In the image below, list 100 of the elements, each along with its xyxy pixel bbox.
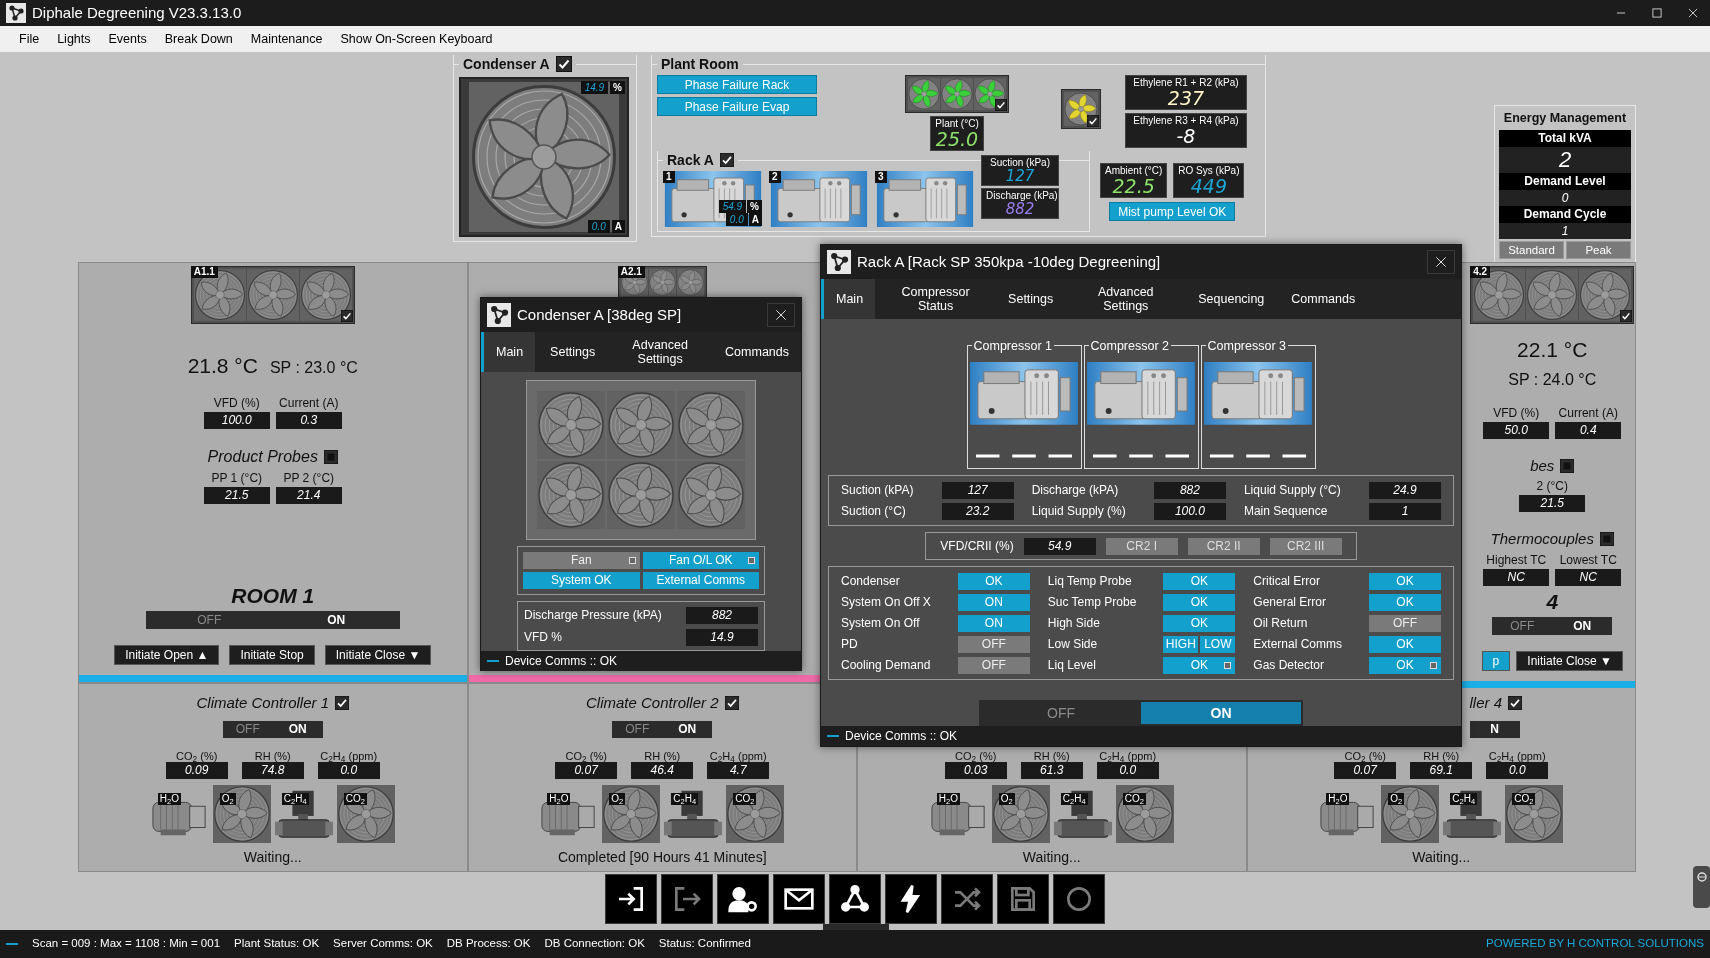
group-title: Thermocouples bbox=[1490, 529, 1594, 549]
readout-label: PP 2 (°C) bbox=[283, 469, 335, 487]
readout-value: 69.1 bbox=[1410, 762, 1473, 779]
tab[interactable]: Advanced Settings bbox=[607, 332, 711, 372]
dialog-title: Rack A [Rack SP 350kpa -10deg Degreening] bbox=[857, 251, 1162, 272]
switch-option[interactable]: ON bbox=[272, 720, 323, 738]
tab[interactable]: Settings bbox=[993, 279, 1066, 319]
checkbox[interactable] bbox=[1508, 696, 1522, 711]
status-label: Oil Return bbox=[1253, 615, 1309, 632]
checkbox[interactable] bbox=[340, 310, 353, 322]
menu-item[interactable]: Maintenance bbox=[241, 27, 332, 51]
reading-value: 127 bbox=[941, 481, 1014, 499]
unit-tag: A2.1 bbox=[617, 266, 645, 278]
tab[interactable]: Main bbox=[481, 332, 536, 372]
switch-option[interactable]: ON bbox=[272, 611, 400, 629]
readout-value: 0.03 bbox=[944, 762, 1007, 779]
readout-value: 22.5 bbox=[1111, 176, 1155, 196]
command-button[interactable]: Initiate Close ▼ bbox=[1516, 651, 1623, 671]
checkbox[interactable] bbox=[323, 449, 338, 464]
toolbar-button[interactable] bbox=[717, 874, 769, 924]
readout-value: NC bbox=[1555, 568, 1622, 586]
switch-option[interactable]: OFF bbox=[222, 720, 273, 738]
readout-label: RO Sys (kPa) bbox=[1178, 165, 1240, 176]
checkbox[interactable] bbox=[1599, 532, 1614, 547]
stage-indicator: CR2 III bbox=[1269, 537, 1342, 555]
menu-item[interactable]: File bbox=[10, 27, 49, 51]
status-text: Waiting... bbox=[243, 848, 302, 867]
readout-label: RH (%) bbox=[644, 750, 681, 762]
checkbox[interactable] bbox=[1620, 310, 1633, 322]
close-button[interactable] bbox=[1427, 250, 1455, 274]
fan-icon bbox=[974, 78, 1006, 110]
tab[interactable]: Advanced Settings bbox=[1065, 279, 1184, 319]
readout-value: 74.8 bbox=[241, 762, 304, 779]
status-tile: ON bbox=[957, 614, 1030, 632]
readout-label: Current (A) bbox=[1558, 404, 1618, 422]
menu-item[interactable]: Break Down bbox=[155, 27, 242, 51]
status-tile: OFF bbox=[957, 635, 1030, 653]
reading-label: Suction (°C) bbox=[841, 503, 907, 520]
readout-value: 61.3 bbox=[1020, 762, 1083, 779]
readout-label: Ethylene R3 + R4 (kPa) bbox=[1132, 115, 1240, 126]
switch-option[interactable]: OFF bbox=[981, 702, 1141, 724]
room-name: ROOM 1 bbox=[231, 582, 315, 609]
side-tab-icon[interactable] bbox=[1692, 865, 1710, 909]
status-label: High Side bbox=[1047, 615, 1101, 632]
command-button[interactable]: Initiate Close ▼ bbox=[324, 645, 432, 665]
panel-title: Energy Management bbox=[1502, 110, 1628, 127]
command-button[interactable]: Initiate Open ▲ bbox=[114, 645, 220, 665]
fan-icon bbox=[299, 269, 352, 321]
tab[interactable]: Compressor Status bbox=[875, 279, 994, 319]
readout-value: 21.4 bbox=[275, 486, 342, 504]
switch-option[interactable]: OFF bbox=[612, 720, 663, 738]
checkbox[interactable] bbox=[1560, 458, 1575, 473]
toolbar-button[interactable] bbox=[605, 874, 657, 924]
tab[interactable]: Commands bbox=[710, 332, 801, 372]
group-title: Plant Room bbox=[661, 54, 739, 74]
menu-item[interactable]: Events bbox=[99, 27, 156, 51]
readout-value: 0.4 bbox=[1555, 421, 1622, 439]
menu-item[interactable]: Show On-Screen Keyboard bbox=[331, 27, 502, 51]
status-item: DB Process: OK bbox=[446, 936, 531, 952]
fan-icon bbox=[908, 78, 940, 110]
reading-value: 882 bbox=[1153, 481, 1226, 499]
fan-icon bbox=[607, 461, 675, 529]
checkbox[interactable] bbox=[1087, 115, 1099, 127]
gas-label: CO$_{2}$ bbox=[1512, 793, 1536, 805]
toolbar-button[interactable] bbox=[829, 874, 881, 924]
switch-option[interactable]: OFF bbox=[1492, 617, 1553, 635]
logo-icon bbox=[6, 3, 26, 23]
status-tile: ON bbox=[957, 593, 1030, 611]
footer-status: Device Comms :: OK bbox=[505, 653, 618, 670]
toolbar-button[interactable] bbox=[773, 874, 825, 924]
fan-icon bbox=[1579, 269, 1632, 321]
mode-button[interactable]: Peak bbox=[1566, 240, 1631, 259]
switch-option[interactable]: OFF bbox=[145, 611, 273, 629]
checkbox[interactable] bbox=[724, 696, 739, 711]
tab[interactable]: Commands bbox=[1276, 279, 1368, 319]
resize-handle[interactable] bbox=[823, 924, 889, 930]
setpoint-reading: SP : 23.0 °C bbox=[269, 358, 358, 378]
status-tile: OK bbox=[1163, 656, 1236, 674]
close-button[interactable] bbox=[767, 303, 795, 327]
toolbar-button[interactable] bbox=[885, 874, 937, 924]
checkbox[interactable] bbox=[995, 99, 1007, 111]
tab[interactable]: Main bbox=[821, 279, 876, 319]
mode-button[interactable]: Standard bbox=[1499, 240, 1564, 259]
readout-label: Highest TC bbox=[1486, 551, 1547, 569]
status-label: System On Off bbox=[841, 615, 921, 632]
checkbox[interactable] bbox=[555, 56, 572, 72]
switch-option[interactable]: ON bbox=[1141, 702, 1301, 724]
vfd-value: 14.9 bbox=[580, 81, 609, 94]
switch-option[interactable]: ON bbox=[662, 720, 713, 738]
command-button[interactable]: Initiate Stop bbox=[229, 645, 315, 665]
tab[interactable]: Sequencing bbox=[1183, 279, 1277, 319]
switch-option[interactable]: N bbox=[1469, 720, 1520, 738]
checkbox[interactable] bbox=[335, 696, 349, 711]
tab[interactable]: Settings bbox=[535, 332, 608, 372]
readout-value: 0.09 bbox=[165, 762, 228, 779]
menu-item[interactable]: Lights bbox=[48, 27, 100, 51]
readout-label: C$_{2}$H$_{4}$ (ppm) bbox=[1099, 750, 1157, 762]
switch-option[interactable]: ON bbox=[1552, 617, 1613, 635]
gas-label: C$_{2}$H$_{4}$ bbox=[1060, 793, 1088, 805]
checkbox[interactable] bbox=[719, 153, 734, 167]
